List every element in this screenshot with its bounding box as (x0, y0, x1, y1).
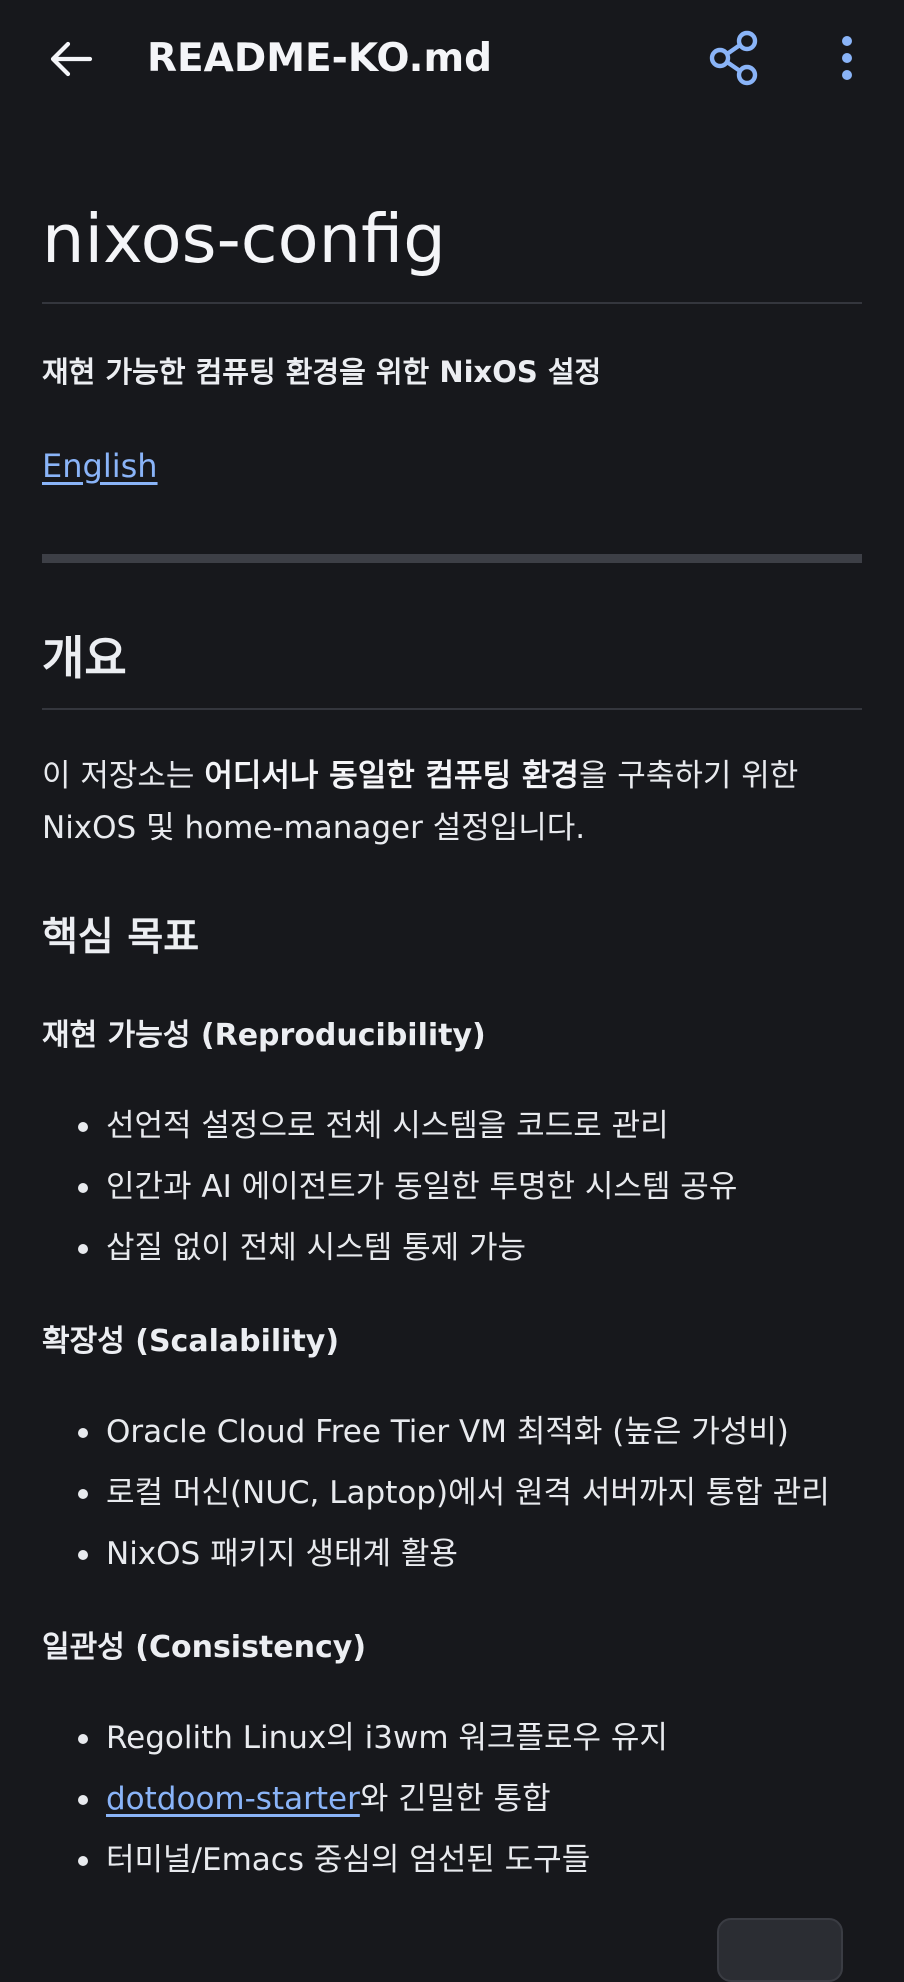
list-item: Oracle Cloud Free Tier VM 최적화 (높은 가성비) (42, 1402, 830, 1463)
list-item: 선언적 설정으로 전체 시스템을 코드로 관리 (42, 1096, 737, 1157)
arrow-left-icon (50, 41, 93, 77)
list-item: 인간과 AI 에이전트가 동일한 투명한 시스템 공유 (42, 1157, 737, 1218)
heading-divider (42, 708, 862, 710)
consistency-list: Regolith Linux의 i3wm 워크플로우 유지 dotdoom-st… (42, 1708, 668, 1891)
goals-heading: 핵심 목표 (42, 915, 200, 960)
more-options-button[interactable] (820, 27, 874, 89)
document-title: nixos-config (42, 200, 446, 278)
file-title: README-KO.md (147, 36, 493, 81)
dotdoom-starter-link[interactable]: dotdoom-starter (106, 1781, 360, 1817)
heading-divider (42, 302, 862, 304)
back-button[interactable] (42, 30, 100, 88)
floating-button[interactable] (717, 1918, 843, 1982)
list-item: dotdoom-starter와 긴밀한 통합 (42, 1769, 668, 1830)
section-heading-consistency: 일관성 (Consistency) (42, 1630, 367, 1665)
list-item: NixOS 패키지 생태계 활용 (42, 1524, 830, 1585)
more-vertical-icon (842, 36, 852, 80)
english-link[interactable]: English (42, 444, 158, 488)
share-button[interactable] (703, 27, 765, 89)
list-item: Regolith Linux의 i3wm 워크플로우 유지 (42, 1708, 668, 1769)
list-item: 로컬 머신(NUC, Laptop)에서 원격 서버까지 통합 관리 (42, 1463, 830, 1524)
overview-heading: 개요 (42, 631, 127, 685)
section-heading-reproducibility: 재현 가능성 (Reproducibility) (42, 1018, 486, 1053)
section-heading-scalability: 확장성 (Scalability) (42, 1324, 340, 1359)
scalability-list: Oracle Cloud Free Tier VM 최적화 (높은 가성비) 로… (42, 1402, 830, 1585)
list-item: 터미널/Emacs 중심의 엄선된 도구들 (42, 1830, 668, 1891)
list-item-text: 와 긴밀한 통합 (359, 1781, 551, 1817)
horizontal-rule (42, 554, 862, 563)
overview-text-start: 이 저장소는 (42, 758, 205, 794)
overview-paragraph: 이 저장소는 어디서나 동일한 컴퓨팅 환경을 구축하기 위한 NixOS 및 … (42, 750, 862, 854)
overview-text-bold: 어디서나 동일한 컴퓨팅 환경 (204, 758, 579, 794)
share-icon (709, 30, 758, 86)
list-item: 삽질 없이 전체 시스템 통제 가능 (42, 1218, 737, 1279)
reproducibility-list: 선언적 설정으로 전체 시스템을 코드로 관리 인간과 AI 에이전트가 동일한… (42, 1096, 737, 1279)
app-bar: README-KO.md (0, 0, 904, 118)
document-subtitle: 재현 가능한 컴퓨팅 환경을 위한 NixOS 설정 (42, 355, 602, 389)
